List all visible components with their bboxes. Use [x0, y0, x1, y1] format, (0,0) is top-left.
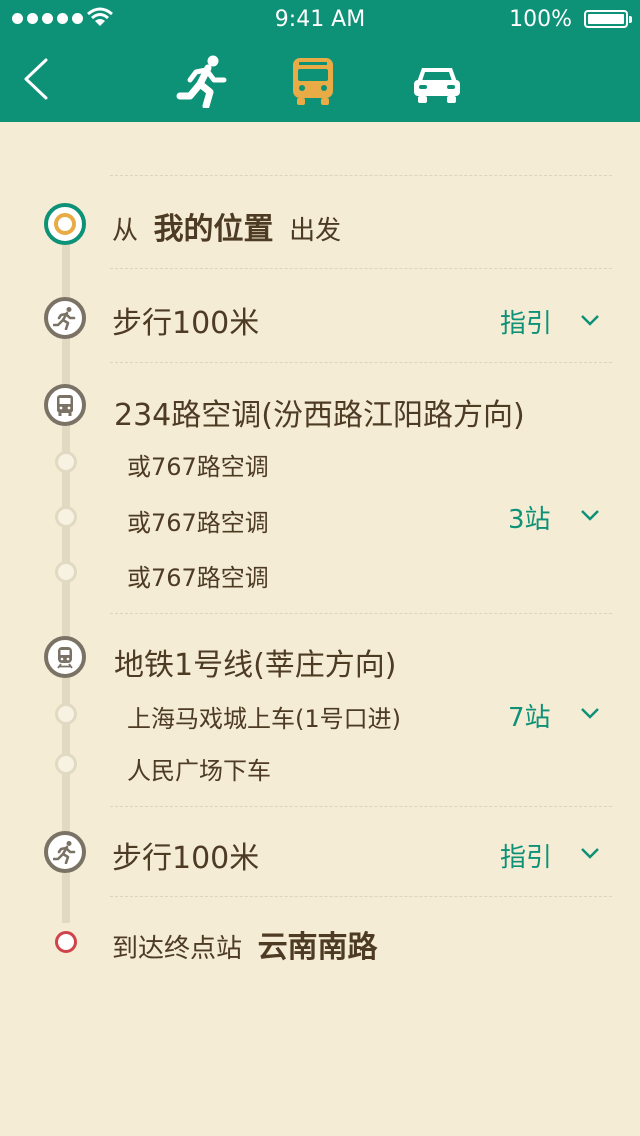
walk-guide-link-1[interactable]: 指引: [500, 303, 552, 340]
bus-alt-3: 或767路空调: [127, 564, 269, 592]
chevron-down-icon[interactable]: [580, 707, 600, 719]
car-mode-icon[interactable]: [412, 54, 462, 108]
walk-step-icon: [44, 297, 86, 339]
walk-mode-icon[interactable]: [176, 54, 230, 108]
end-place: 云南南路: [257, 930, 378, 965]
walk-step-icon: [44, 831, 86, 873]
battery-percent: 100%: [509, 7, 572, 32]
walk-step-2-label: 步行100米: [112, 841, 260, 876]
metro-step-icon: [44, 636, 86, 678]
bus-alt-1: 或767路空调: [127, 453, 269, 481]
top-bar: 9:41 AM 100%: [0, 0, 640, 122]
metro-board-stop: 上海马戏城上车(1号口进): [127, 705, 401, 733]
bus-mode-icon[interactable]: [290, 54, 336, 108]
back-icon[interactable]: [18, 56, 58, 102]
divider: [110, 896, 612, 897]
divider: [110, 362, 612, 363]
divider: [110, 806, 612, 807]
divider: [110, 175, 612, 176]
start-prefix: 从: [112, 216, 139, 246]
divider: [110, 613, 612, 614]
end-row: 到达终点站 云南南路: [112, 922, 378, 966]
metro-alight-stop: 人民广场下车: [127, 757, 271, 785]
battery-icon: [584, 10, 632, 28]
chevron-down-icon[interactable]: [580, 847, 600, 859]
metro-line-title: 地铁1号线(莘庄方向): [114, 648, 397, 683]
metro-stops-count[interactable]: 7站: [508, 697, 551, 734]
chevron-down-icon[interactable]: [580, 314, 600, 326]
start-row: 从 我的位置 出发: [112, 204, 341, 248]
walk-guide-link-2[interactable]: 指引: [500, 837, 552, 874]
walk-step-1-label: 步行100米: [112, 306, 260, 341]
bus-alt-stop-marker: [55, 451, 77, 473]
chevron-down-icon[interactable]: [580, 509, 600, 521]
bus-line-title: 234路空调(汾西路江阳路方向): [114, 398, 525, 433]
timeline-rail: [62, 243, 70, 923]
start-place: 我的位置: [153, 212, 274, 247]
end-prefix: 到达终点站: [112, 934, 243, 964]
bus-alt-stop-marker: [55, 561, 77, 583]
status-bar: 9:41 AM 100%: [0, 0, 640, 40]
start-suffix: 出发: [289, 216, 342, 246]
bus-step-icon: [44, 384, 86, 426]
start-marker-icon: [44, 203, 86, 245]
end-marker-icon: [55, 931, 77, 953]
bus-alt-2: 或767路空调: [127, 509, 269, 537]
bus-alt-stop-marker: [55, 506, 77, 528]
divider: [110, 268, 612, 269]
metro-board-marker: [55, 703, 77, 725]
metro-alight-marker: [55, 753, 77, 775]
bus-stops-count[interactable]: 3站: [508, 499, 551, 536]
